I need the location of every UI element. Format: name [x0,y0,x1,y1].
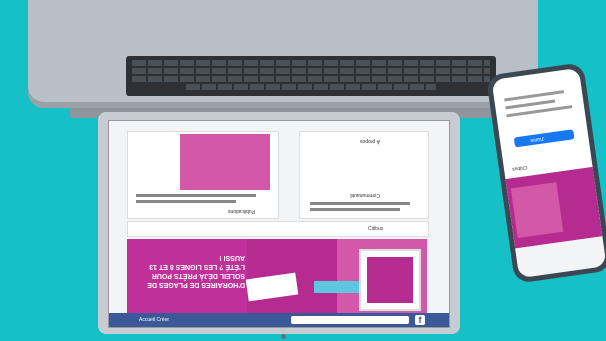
about-column: À propos Communauté [299,131,429,219]
posts-title: Publications [228,208,255,214]
facebook-icon[interactable]: f [415,315,425,325]
facebook-top-bar: f Accueil Créer [109,313,449,327]
laptop-camera [281,334,286,339]
about-title: À propos [360,138,381,144]
community-title: Communauté [350,192,381,198]
cover-text: D'HORAIRES DE PLAGES DE SOLEIL DÉJÀ PRÊT… [147,254,245,288]
phone-brand: Citibus [511,163,528,173]
key-row [186,84,436,90]
key-row [132,76,490,82]
phone-cover-card [510,182,564,238]
scene: Publications À propos Communauté Citibus… [0,0,606,341]
text-line [504,90,565,102]
laptop-screen: Publications À propos Communauté Citibus… [108,120,450,328]
profile-picture[interactable] [359,249,421,311]
profile-logo [367,257,413,303]
tab-brand[interactable]: Citibus [368,224,383,234]
post-image [180,134,270,190]
posts-column: Publications [127,131,279,219]
laptop-base [28,0,538,108]
text-line [136,200,236,203]
text-line [136,194,256,197]
key-row [132,60,490,66]
phone-screen: J'aime Citibus [491,67,606,279]
keyboard [126,56,496,96]
text-line [310,202,410,205]
search-input[interactable] [291,316,409,324]
text-line [310,208,400,211]
page-tabs: Citibus [127,221,429,237]
top-bar-links[interactable]: Accueil Créer [139,315,289,325]
smartphone: J'aime Citibus [485,62,606,284]
key-row [132,68,490,74]
